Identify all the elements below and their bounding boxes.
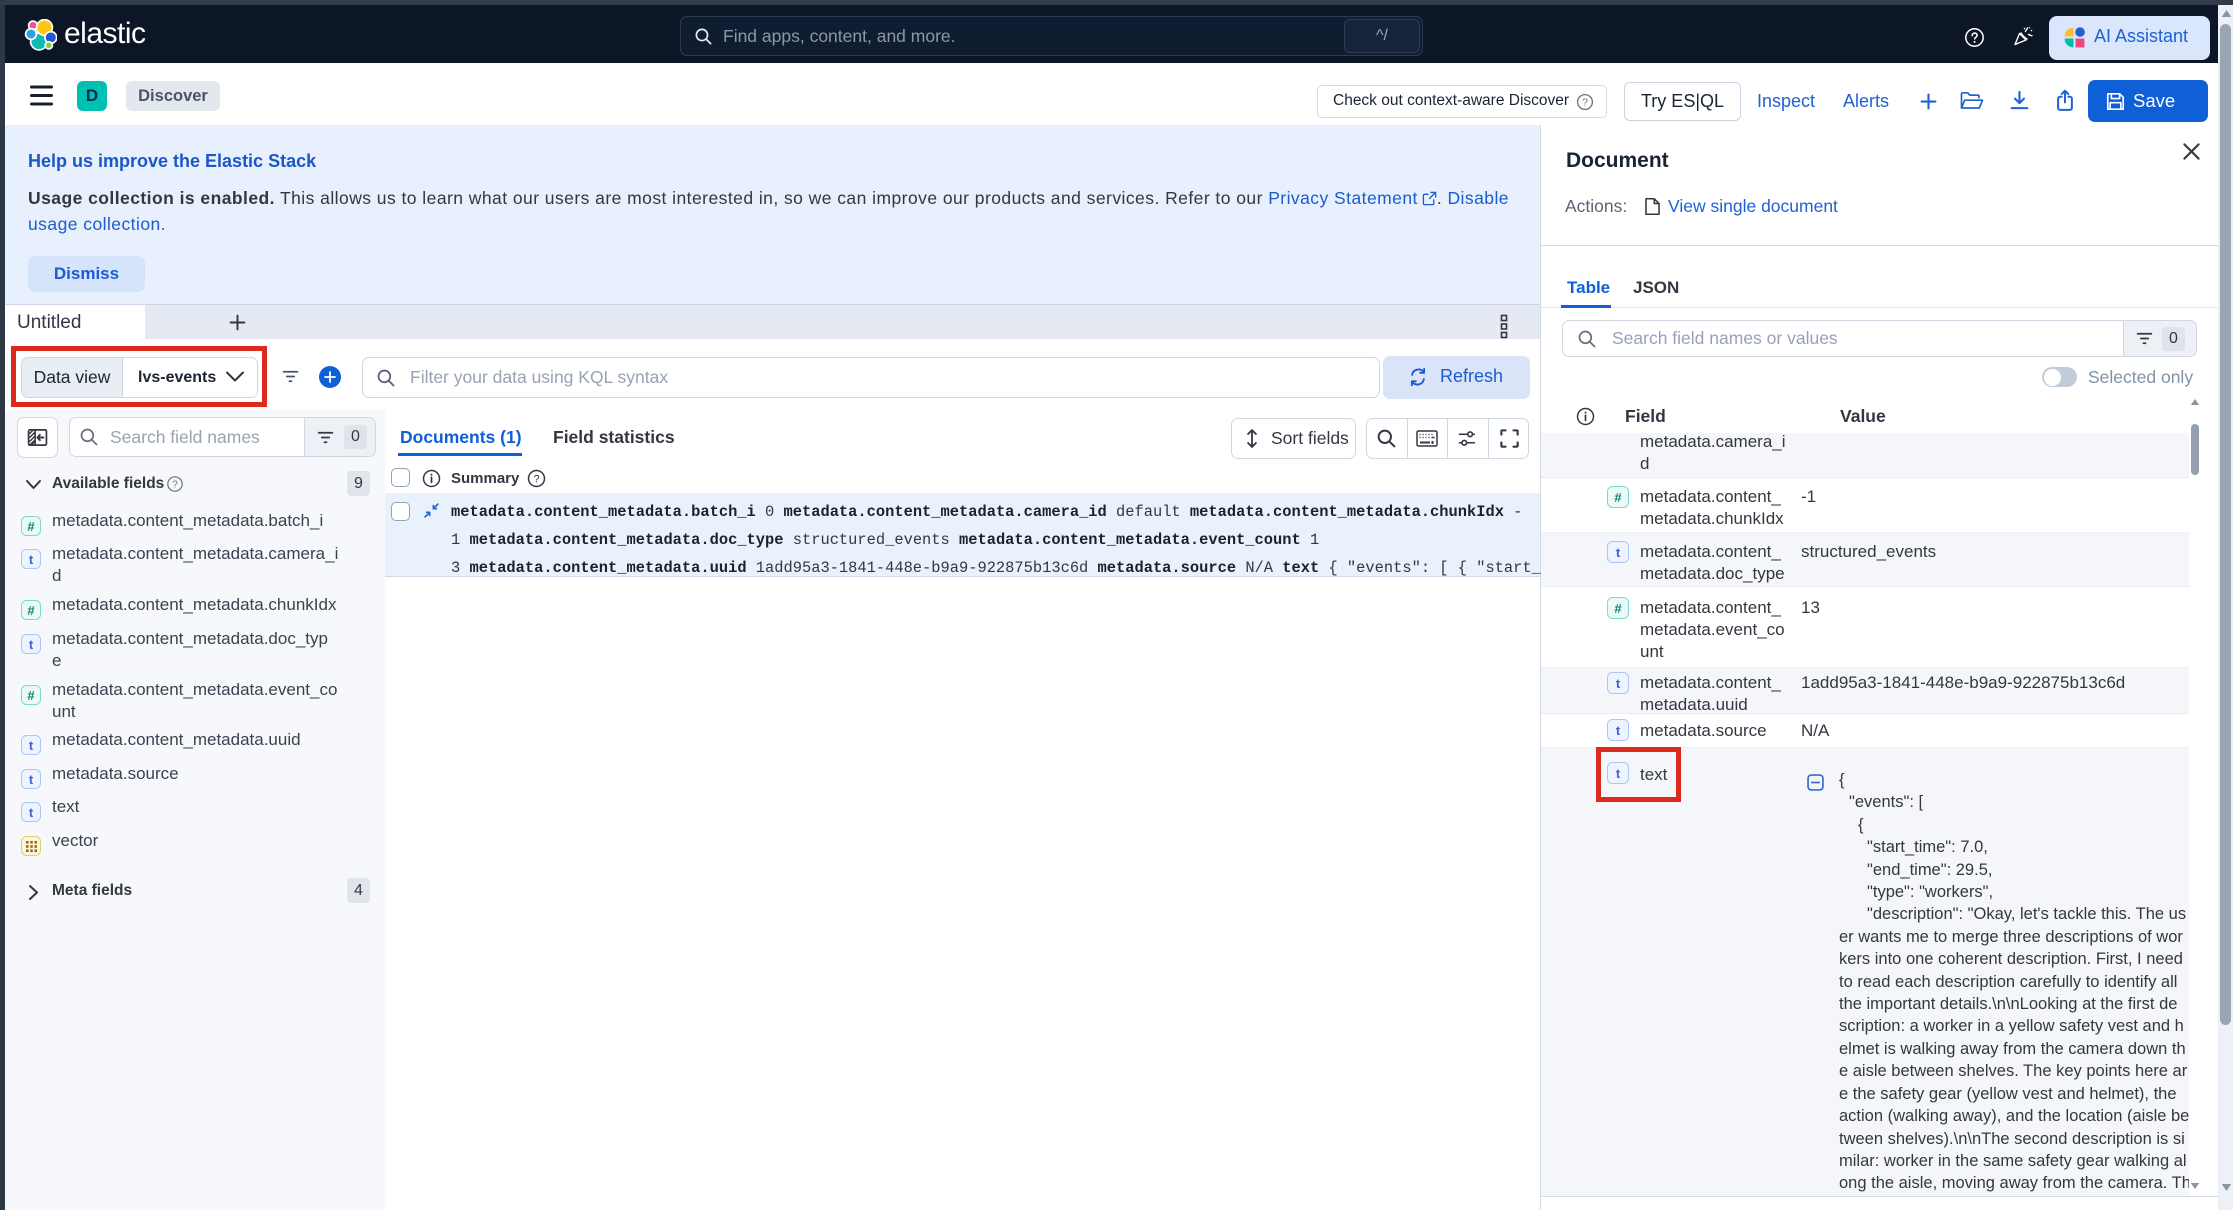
svg-text:?: ? (172, 480, 178, 491)
svg-text:?: ? (533, 473, 539, 485)
svg-text:?: ? (1582, 97, 1588, 109)
